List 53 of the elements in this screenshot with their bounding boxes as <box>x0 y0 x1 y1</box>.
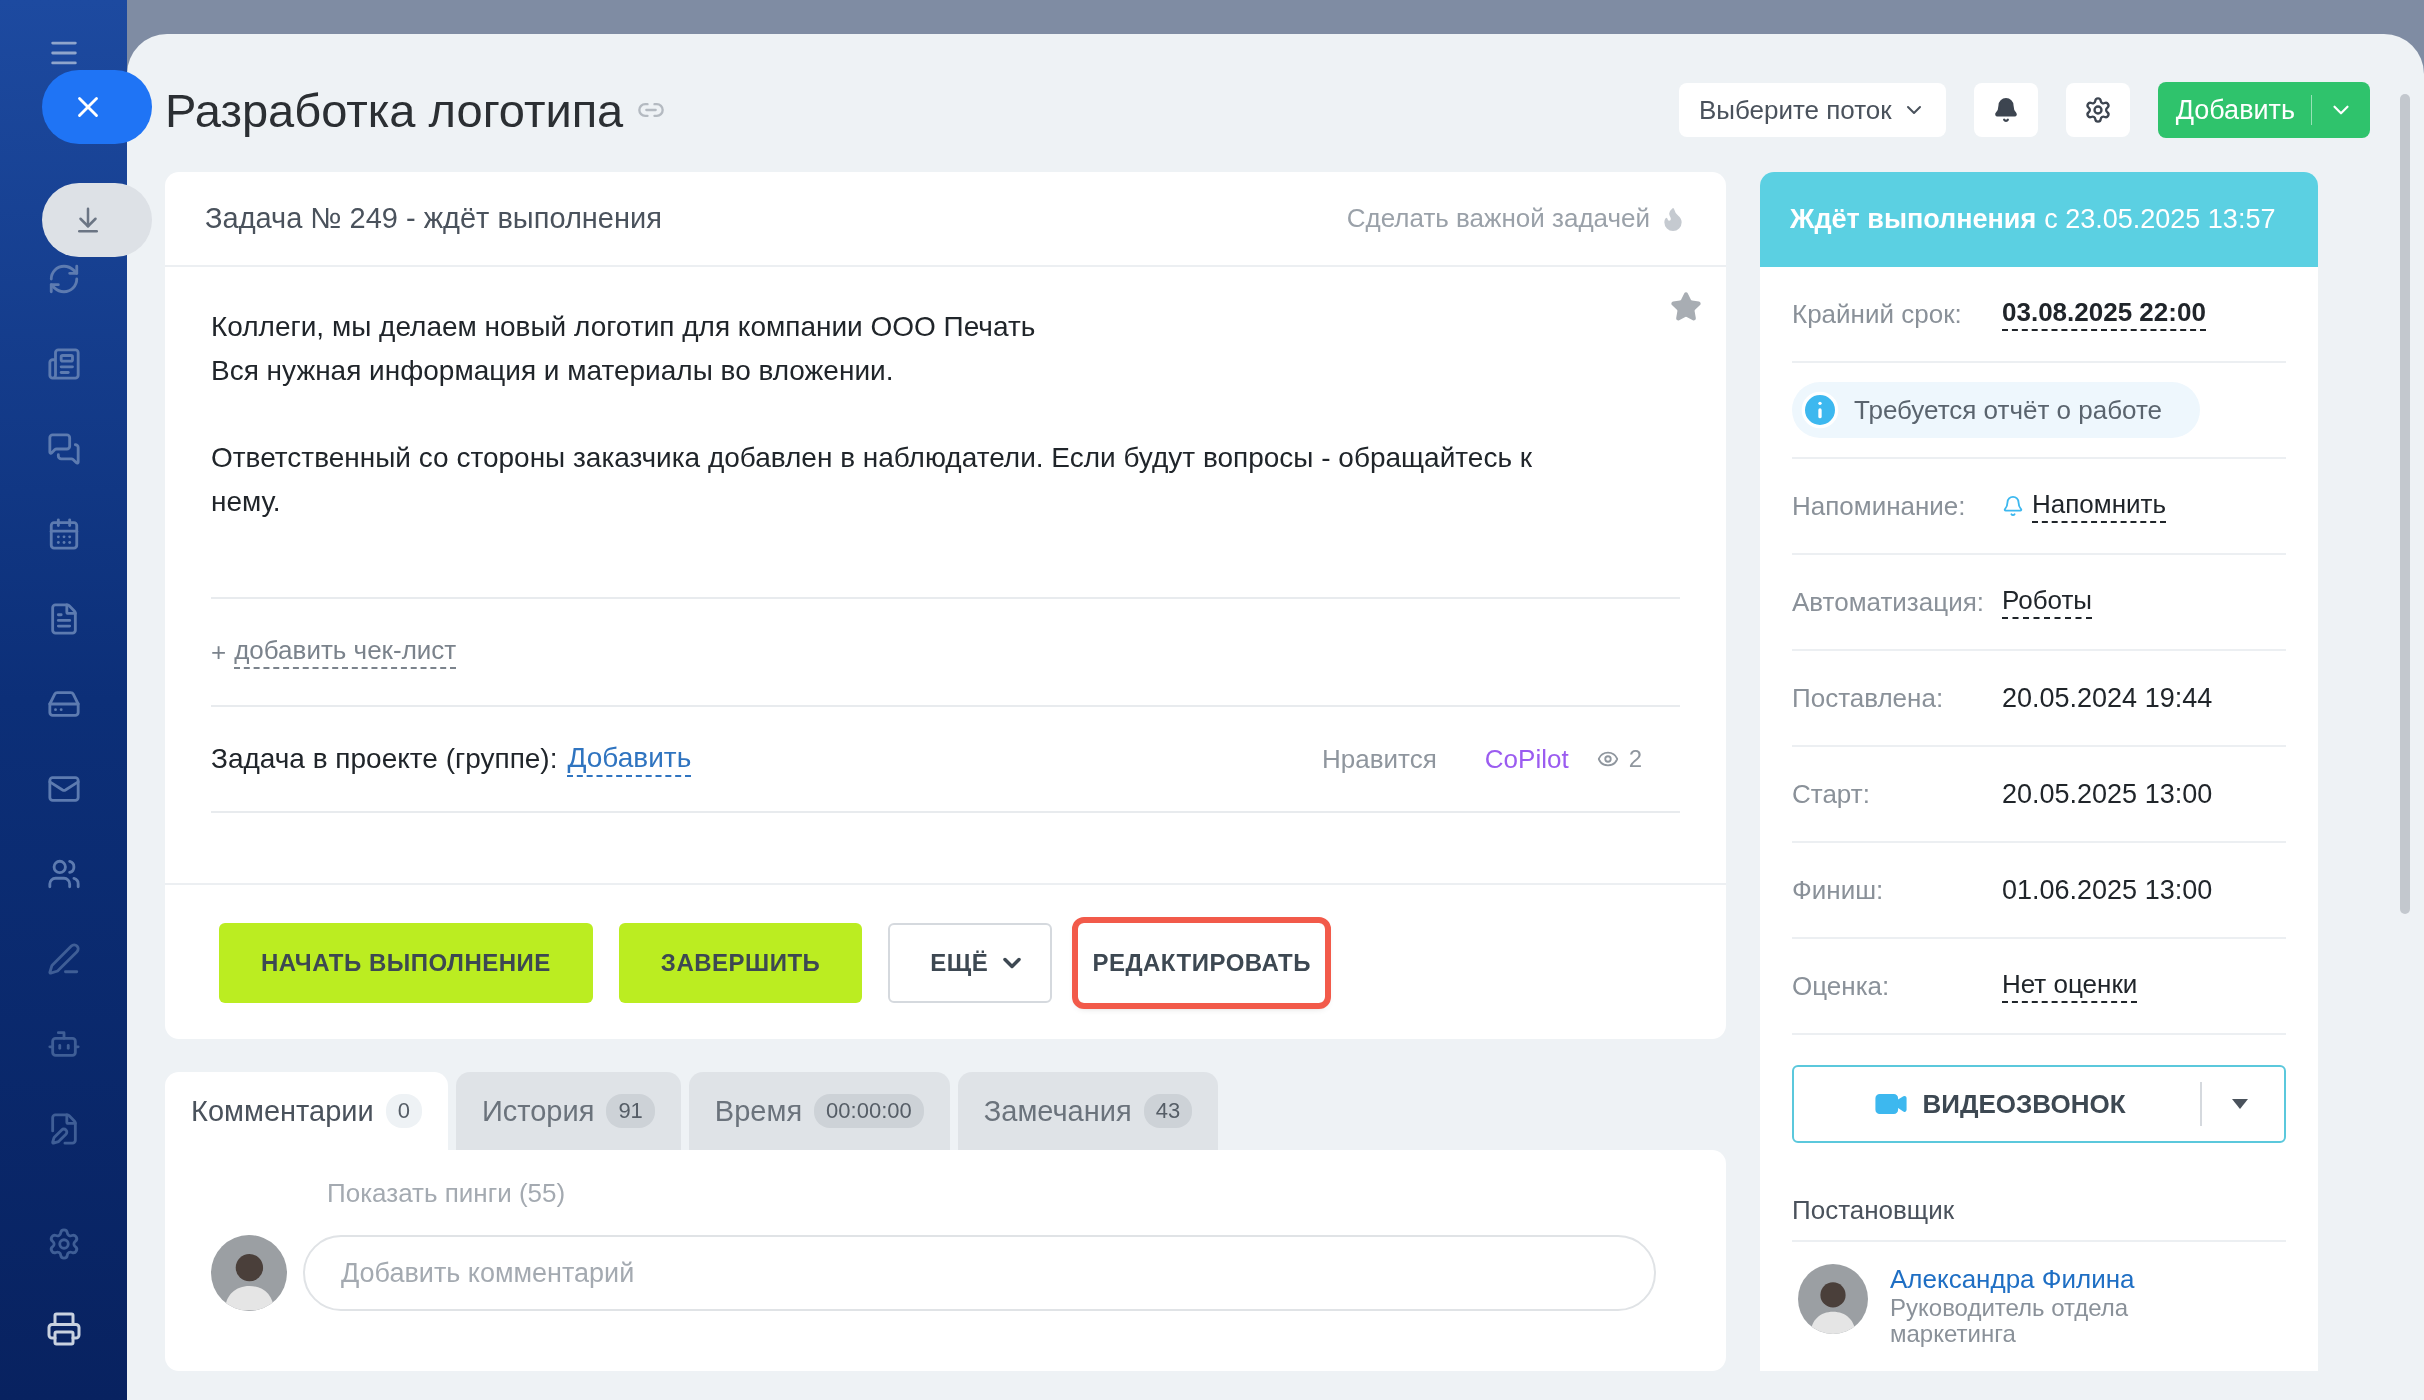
info-icon <box>1800 390 1840 430</box>
news-icon[interactable] <box>46 347 81 381</box>
bell-button[interactable] <box>1973 83 2038 137</box>
field-label: Оценка: <box>1792 970 1891 1002</box>
people-icon[interactable] <box>46 857 81 891</box>
settings-icon <box>2083 96 2112 124</box>
field-value: 20.05.2025 13:00 <box>2002 778 2213 810</box>
field-label: Старт: <box>1792 778 1871 810</box>
deadline-link[interactable]: 03.08.2025 22:00 <box>2002 297 2206 331</box>
more-button[interactable]: ЕЩЁ <box>888 923 1053 1003</box>
creator-name-link[interactable]: Александра Филина <box>1890 1264 2180 1295</box>
task-heading: Задача № 249 - ждёт выполнения <box>205 202 663 235</box>
field-label: Автоматизация: <box>1792 586 1985 618</box>
field-label: Поставлена: <box>1792 682 1945 714</box>
scrollbar[interactable] <box>2400 94 2410 914</box>
copilot-link[interactable]: CoPilot <box>1484 743 1569 775</box>
field-link[interactable]: Роботы <box>2002 585 2093 619</box>
chat-icon[interactable] <box>46 432 81 466</box>
star-icon[interactable] <box>1670 291 1702 323</box>
printer-icon[interactable] <box>45 1312 82 1346</box>
field-value: 20.05.2024 19:44 <box>2002 682 2213 714</box>
field-link[interactable]: Нет оценки <box>2002 969 2138 1003</box>
action-button[interactable]: ЗАВЕРШИТЬ <box>618 923 863 1003</box>
project-add-link[interactable]: Добавить <box>567 741 692 777</box>
views-count: 2 <box>1628 745 1642 773</box>
comment-input[interactable]: Добавить комментарий <box>303 1235 1656 1311</box>
report-required-notice: Требуется отчёт о работе <box>1792 382 2200 438</box>
reminder-link[interactable]: Напомнить <box>2032 489 2166 523</box>
tab[interactable]: Время 00:00:00 <box>688 1072 950 1150</box>
description-text: Коллеги, мы делаем новый логотип для компании ООО Печать Вся нужная информация и материалы во вложении. <box>211 310 1037 388</box>
field-label: Напоминание: <box>1792 490 1967 522</box>
flow-select[interactable]: Выберите поток <box>1678 83 1946 137</box>
page-title: Разработка логотипа <box>165 82 624 138</box>
creator-heading: Постановщик <box>1792 1195 2286 1242</box>
video-call-button[interactable]: ВИДЕОЗВОНОК <box>1792 1065 2286 1143</box>
tab[interactable]: Комментарии 0 <box>165 1072 448 1150</box>
creator-role: Руководитель отдела маркетинга <box>1890 1295 2130 1347</box>
field-label: Крайний срок: <box>1792 298 1963 330</box>
bell-icon <box>1992 97 2019 123</box>
field-value: 01.06.2025 13:00 <box>2002 874 2213 906</box>
settings-button[interactable] <box>2065 83 2130 137</box>
caret-icon <box>2232 1099 2248 1109</box>
bell-icon <box>2002 495 2024 517</box>
add-checklist-link[interactable]: добавить чек-лист <box>234 635 457 669</box>
project-label: Задача в проекте (группе): <box>211 743 558 775</box>
pen-icon[interactable] <box>46 942 81 976</box>
tab[interactable]: История 91 <box>455 1072 681 1150</box>
field-label: Финиш: <box>1792 874 1885 906</box>
description-text: Ответственный со стороны заказчика добавлен в наблюдатели. Если будут вопросы - обращайтесь к нему. <box>211 441 1534 519</box>
plus-sign: + <box>211 636 227 668</box>
status-banner: Ждёт выполнения с 23.05.2025 13:57 <box>1760 172 2318 267</box>
tab[interactable]: Замечания 43 <box>957 1072 1219 1150</box>
action-button[interactable]: НАЧАТЬ ВЫПОЛНЕНИЕ <box>219 923 593 1003</box>
